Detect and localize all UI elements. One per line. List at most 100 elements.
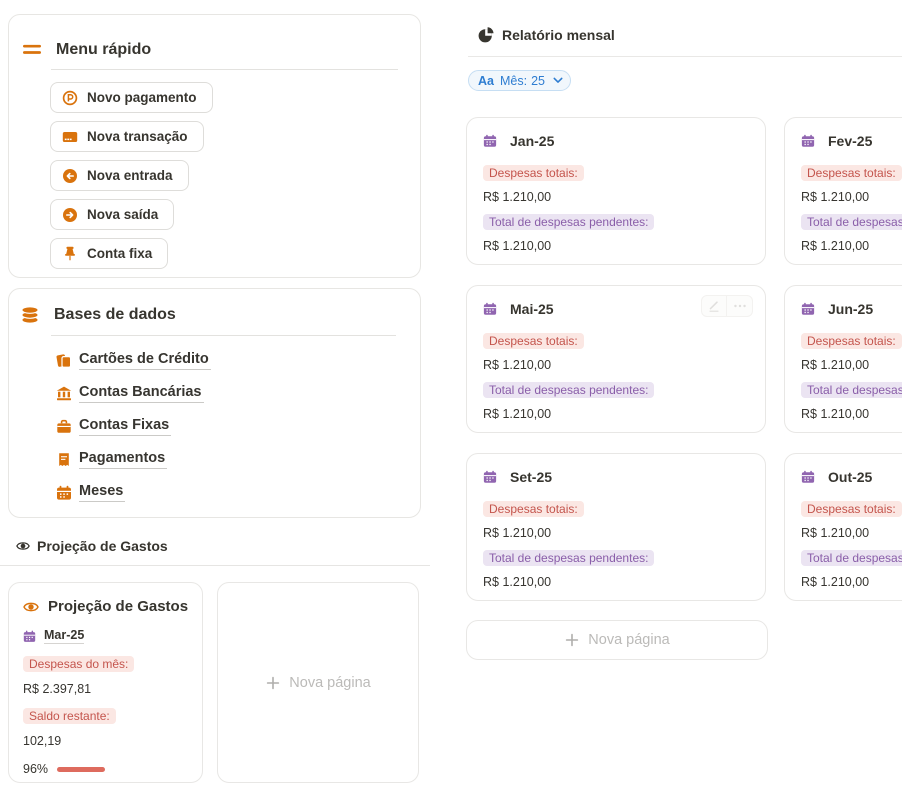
link-bank-accounts[interactable]: Contas Bancárias	[56, 384, 204, 403]
more-options-button[interactable]	[727, 295, 753, 317]
link-months[interactable]: Meses	[56, 483, 125, 502]
progress-percent: 96%	[23, 762, 48, 776]
balance-value: 102,19	[23, 734, 190, 748]
link-payments[interactable]: Pagamentos	[56, 450, 167, 469]
new-page-bar-button[interactable]: Nova página	[466, 620, 768, 660]
report-header: Relatório mensal	[478, 27, 615, 43]
month-relation[interactable]: Mar-25	[23, 628, 190, 644]
calendar-icon	[23, 630, 36, 643]
pencil-icon	[707, 299, 721, 313]
new-transaction-button[interactable]: Nova transação	[50, 121, 204, 152]
projection-section-title: Projeção de Gastos	[37, 538, 168, 554]
divider	[0, 565, 430, 566]
expense-value: R$ 1.210,00	[801, 190, 902, 204]
month-card-jan[interactable]: Jan-25 Despesas totais: R$ 1.210,00 Tota…	[466, 117, 766, 265]
pending-value: R$ 1.210,00	[801, 407, 902, 421]
link-label: Pagamentos	[79, 450, 167, 469]
pending-value: R$ 1.210,00	[483, 575, 749, 589]
month-card-set[interactable]: Set-25 Despesas totais: R$ 1.210,00 Tota…	[466, 453, 766, 601]
projection-card[interactable]: Projeção de Gastos Mar-25 Despesas do mê…	[8, 582, 203, 783]
new-payment-button[interactable]: Novo pagamento	[50, 82, 213, 113]
month-label: Mar-25	[44, 628, 84, 644]
calendar-icon	[801, 302, 815, 316]
new-page-label: Nova página	[588, 632, 669, 648]
pending-label-pill: Total de despesas pendentes:	[801, 550, 902, 566]
month-card-title: Jun-25	[828, 301, 873, 317]
expense-value: R$ 1.210,00	[483, 190, 749, 204]
new-income-button[interactable]: Nova entrada	[50, 160, 189, 191]
pie-chart-icon	[478, 27, 494, 43]
plus-icon	[564, 632, 580, 648]
filter-value: 25	[531, 74, 545, 88]
pending-label-pill: Total de despesas pendentes:	[483, 382, 654, 398]
expense-label-pill: Despesas totais:	[801, 333, 902, 349]
fixed-bill-button[interactable]: Conta fixa	[50, 238, 168, 269]
databases-title: Bases de dados	[54, 306, 176, 324]
month-card-jun[interactable]: Jun-25 Despesas totais: R$ 1.210,00 Tota…	[784, 285, 902, 433]
eye-icon	[16, 539, 30, 553]
quick-menu-buttons: Novo pagamento Nova transação Nova entra…	[50, 82, 420, 269]
pending-value: R$ 1.210,00	[801, 575, 902, 589]
pending-label-pill: Total de despesas pendentes:	[801, 214, 902, 230]
pending-value: R$ 1.210,00	[483, 407, 749, 421]
pending-label-pill: Total de despesas pendentes:	[801, 382, 902, 398]
text-property-icon: Aa	[478, 74, 494, 88]
quick-menu-title: Menu rápido	[56, 41, 151, 59]
database-icon	[21, 306, 39, 324]
databases-panel: Bases de dados Cartões de Crédito Contas…	[8, 288, 421, 518]
calendar-icon	[483, 302, 497, 316]
link-fixed-accounts[interactable]: Contas Fixas	[56, 417, 171, 436]
month-card-fev[interactable]: Fev-25 Despesas totais: R$ 1.210,00 Tota…	[784, 117, 902, 265]
calendar-icon	[483, 470, 497, 484]
eye-icon	[23, 599, 39, 615]
expense-label-pill: Despesas totais:	[483, 333, 584, 349]
card-hover-controls	[701, 295, 753, 317]
edit-button[interactable]	[701, 295, 727, 317]
month-filter-pill[interactable]: Aa Mês: 25	[468, 70, 571, 91]
button-label: Conta fixa	[87, 246, 152, 261]
month-card-title: Fev-25	[828, 133, 872, 149]
pending-value: R$ 1.210,00	[801, 239, 902, 253]
projection-empty-card: Nova página	[217, 582, 419, 783]
button-label: Nova transação	[87, 129, 188, 144]
pending-label-pill: Total de despesas pendentes:	[483, 214, 654, 230]
expense-value: R$ 1.210,00	[483, 358, 749, 372]
expense-label-pill: Despesas totais:	[801, 501, 902, 517]
calendar-icon	[801, 470, 815, 484]
new-page-button[interactable]: Nova página	[218, 583, 418, 782]
progress-bar	[57, 767, 105, 772]
arrow-left-circle-icon	[62, 168, 78, 184]
calendar-icon	[483, 134, 497, 148]
projection-card-title: Projeção de Gastos	[48, 598, 188, 615]
divider	[51, 335, 396, 336]
pending-value: R$ 1.210,00	[483, 239, 749, 253]
expense-value: R$ 1.210,00	[483, 526, 749, 540]
bank-icon	[56, 386, 72, 402]
briefcase-icon	[56, 419, 72, 435]
month-card-title: Jan-25	[510, 133, 554, 149]
expense-value: R$ 1.210,00	[801, 526, 902, 540]
quick-menu-panel: Menu rápido Novo pagamento Nova transaçã…	[8, 14, 421, 278]
filter-name: Mês:	[500, 74, 527, 88]
chevron-down-icon	[551, 77, 561, 84]
ellipsis-icon	[733, 299, 747, 313]
new-page-label: Nova página	[289, 675, 370, 691]
database-links: Cartões de Crédito Contas Bancárias Cont…	[56, 351, 420, 502]
link-label: Cartões de Crédito	[79, 351, 211, 370]
credit-card-icon	[62, 129, 78, 145]
expense-label-pill: Despesas totais:	[801, 165, 902, 181]
balance-label-pill: Saldo restante:	[23, 708, 116, 724]
button-label: Nova saída	[87, 207, 158, 222]
month-card-title: Set-25	[510, 469, 552, 485]
month-card-mai[interactable]: Mai-25 Despesas totais: R$ 1.210,00 Tota…	[466, 285, 766, 433]
expense-label-pill: Despesas totais:	[483, 501, 584, 517]
month-card-out[interactable]: Out-25 Despesas totais: R$ 1.210,00 Tota…	[784, 453, 902, 601]
month-card-title: Mai-25	[510, 301, 554, 317]
p-circle-icon	[62, 90, 78, 106]
divider	[468, 56, 902, 57]
new-expense-button[interactable]: Nova saída	[50, 199, 174, 230]
link-credit-cards[interactable]: Cartões de Crédito	[56, 351, 211, 370]
link-label: Meses	[79, 483, 125, 502]
report-title: Relatório mensal	[502, 27, 615, 43]
link-label: Contas Bancárias	[79, 384, 204, 403]
